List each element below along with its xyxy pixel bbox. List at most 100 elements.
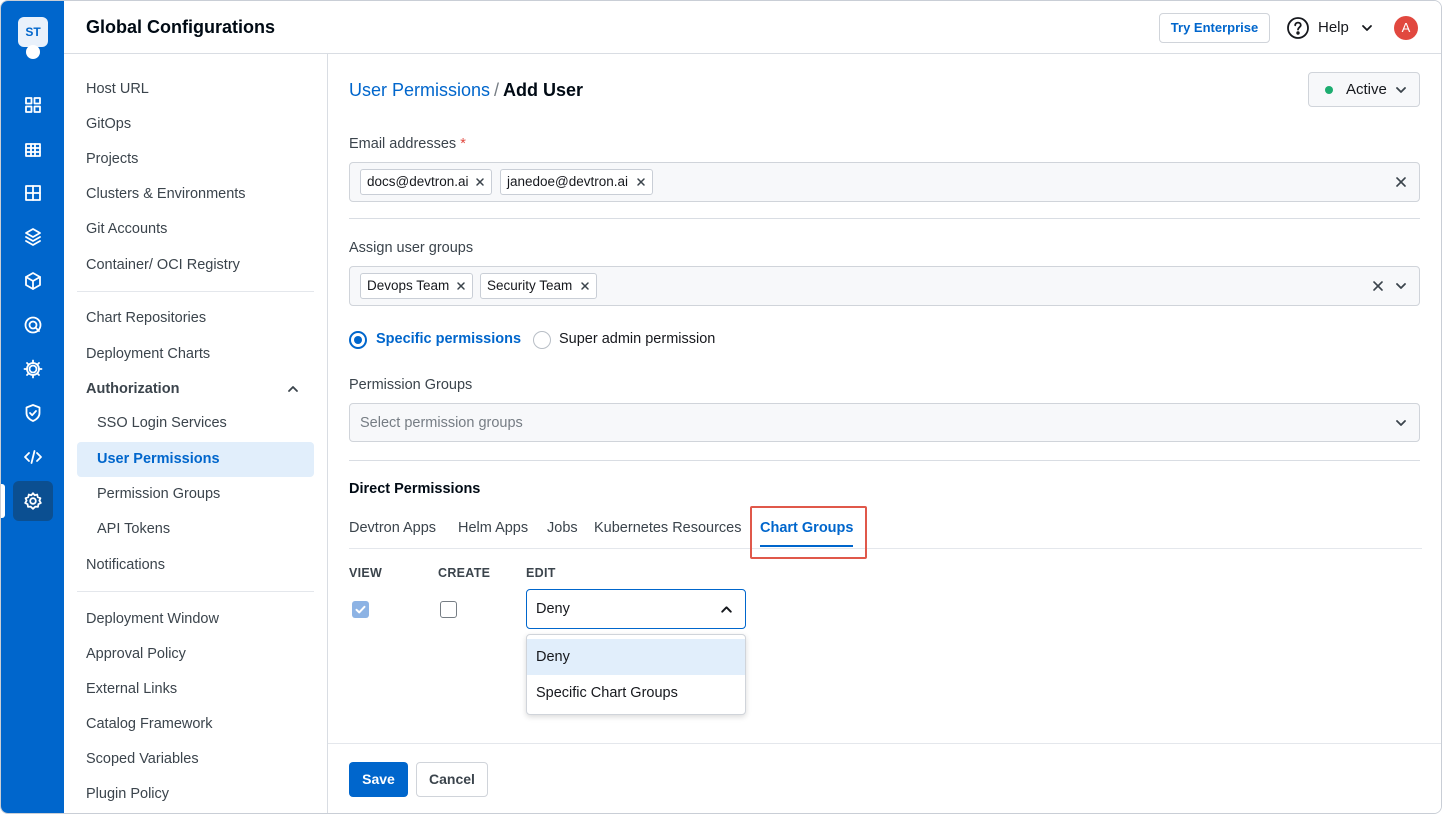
nav-item-host-url[interactable]: Host URL bbox=[86, 81, 149, 97]
page-title: Global Configurations bbox=[86, 17, 275, 37]
tab-kubernetes-resources[interactable]: Kubernetes Resources bbox=[594, 520, 742, 536]
chevron-up-icon bbox=[721, 606, 732, 613]
security-icon[interactable] bbox=[13, 305, 53, 345]
chevron-up-icon[interactable] bbox=[286, 382, 300, 396]
view-checkbox[interactable] bbox=[352, 601, 369, 618]
nav-item-gitops[interactable]: GitOps bbox=[86, 116, 131, 132]
divider bbox=[349, 460, 1420, 461]
remove-chip-icon[interactable] bbox=[636, 177, 646, 187]
logo-badge-icon bbox=[26, 45, 40, 59]
clear-icon[interactable] bbox=[1372, 280, 1384, 292]
top-header: Global Configurations Try Enterprise Hel… bbox=[64, 1, 1441, 54]
nav-item-permission-groups[interactable]: Permission Groups bbox=[77, 477, 314, 512]
nav-item-chart-repositories[interactable]: Chart Repositories bbox=[86, 310, 206, 326]
nav-item-approval-policy[interactable]: Approval Policy bbox=[86, 646, 186, 662]
super-admin-label[interactable]: Super admin permission bbox=[559, 331, 715, 347]
nav-item-api-tokens[interactable]: API Tokens bbox=[77, 512, 314, 547]
applications-icon[interactable] bbox=[13, 129, 53, 169]
permission-groups-placeholder: Select permission groups bbox=[360, 415, 523, 431]
nav-divider bbox=[77, 291, 314, 292]
chevron-down-icon[interactable] bbox=[1394, 279, 1408, 293]
email-chip: janedoe@devtron.ai bbox=[500, 169, 653, 195]
try-enterprise-button[interactable]: Try Enterprise bbox=[1159, 13, 1270, 43]
user-groups-select[interactable]: Devops Team Security Team bbox=[349, 266, 1420, 306]
nav-item-clusters-environments[interactable]: Clusters & Environments bbox=[86, 186, 246, 202]
user-group-chip: Devops Team bbox=[360, 273, 473, 299]
overview-icon[interactable] bbox=[13, 85, 53, 125]
specific-permissions-label[interactable]: Specific permissions bbox=[376, 331, 521, 347]
settings-icon[interactable] bbox=[13, 481, 53, 521]
user-groups-label: Assign user groups bbox=[349, 240, 474, 256]
user-group-chip-label: Security Team bbox=[487, 278, 573, 293]
email-field[interactable]: docs@devtron.ai janedoe@devtron.ai bbox=[349, 162, 1420, 202]
breadcrumb: User Permissions / Add User bbox=[349, 80, 583, 101]
breadcrumb-user-permissions-link[interactable]: User Permissions bbox=[349, 80, 490, 100]
specific-permissions-radio[interactable] bbox=[349, 331, 367, 349]
required-mark: * bbox=[460, 136, 466, 152]
tab-devtron-apps[interactable]: Devtron Apps bbox=[349, 520, 436, 536]
checkmark-icon bbox=[355, 605, 366, 614]
save-button[interactable]: Save bbox=[349, 762, 408, 797]
email-chip-label: janedoe@devtron.ai bbox=[507, 174, 629, 189]
breadcrumb-separator: / bbox=[494, 80, 500, 100]
menu-option-specific-chart-groups[interactable]: Specific Chart Groups bbox=[527, 675, 745, 711]
bulk-edit-icon[interactable] bbox=[13, 349, 53, 389]
annotation-highlight-box bbox=[750, 506, 867, 559]
status-dot-icon bbox=[1325, 86, 1333, 94]
edit-permission-menu: Deny Specific Chart Groups bbox=[526, 634, 746, 715]
nav-item-notifications[interactable]: Notifications bbox=[86, 557, 165, 573]
help-menu[interactable]: Help bbox=[1318, 19, 1349, 36]
status-dropdown[interactable]: Active bbox=[1308, 72, 1420, 107]
user-group-chip: Security Team bbox=[480, 273, 597, 299]
permission-groups-select[interactable]: Select permission groups bbox=[349, 403, 1420, 442]
settings-nav: Host URL GitOps Projects Clusters & Envi… bbox=[64, 54, 328, 813]
nav-item-plugin-policy[interactable]: Plugin Policy bbox=[86, 786, 169, 802]
app-logo[interactable]: ST bbox=[18, 17, 48, 47]
help-icon[interactable] bbox=[1286, 16, 1310, 40]
jobs-icon[interactable] bbox=[13, 173, 53, 213]
nav-item-scoped-variables[interactable]: Scoped Variables bbox=[86, 751, 199, 767]
super-admin-radio[interactable] bbox=[533, 331, 551, 349]
avatar[interactable]: A bbox=[1394, 16, 1418, 40]
remove-chip-icon[interactable] bbox=[475, 177, 485, 187]
edit-column-header: EDIT bbox=[526, 566, 556, 580]
clear-icon[interactable] bbox=[1395, 176, 1407, 188]
code-icon[interactable] bbox=[13, 437, 53, 477]
permission-groups-label: Permission Groups bbox=[349, 377, 473, 393]
nav-item-deployment-charts[interactable]: Deployment Charts bbox=[86, 346, 210, 362]
tab-helm-apps[interactable]: Helm Apps bbox=[458, 520, 528, 536]
chevron-down-icon[interactable] bbox=[1360, 21, 1374, 35]
status-label: Active bbox=[1346, 81, 1387, 98]
nav-item-user-permissions[interactable]: User Permissions bbox=[77, 442, 314, 477]
resource-browser-icon[interactable] bbox=[13, 261, 53, 301]
create-checkbox[interactable] bbox=[440, 601, 457, 618]
shield-icon[interactable] bbox=[13, 393, 53, 433]
nav-item-external-links[interactable]: External Links bbox=[86, 681, 177, 697]
user-group-chip-label: Devops Team bbox=[367, 278, 450, 293]
cancel-button[interactable]: Cancel bbox=[416, 762, 488, 797]
menu-option-deny[interactable]: Deny bbox=[527, 639, 745, 675]
view-column-header: VIEW bbox=[349, 566, 383, 580]
active-rail-indicator bbox=[1, 484, 5, 518]
email-label: Email addresses * bbox=[349, 136, 466, 152]
nav-item-deployment-window[interactable]: Deployment Window bbox=[86, 611, 219, 627]
tab-jobs[interactable]: Jobs bbox=[547, 520, 578, 536]
email-chip: docs@devtron.ai bbox=[360, 169, 492, 195]
remove-chip-icon[interactable] bbox=[580, 281, 590, 291]
nav-item-projects[interactable]: Projects bbox=[86, 151, 138, 167]
nav-item-sso-login-services[interactable]: SSO Login Services bbox=[77, 406, 314, 441]
direct-permissions-title: Direct Permissions bbox=[349, 481, 481, 497]
nav-item-git-accounts[interactable]: Git Accounts bbox=[86, 221, 167, 237]
email-label-text: Email addresses bbox=[349, 136, 457, 152]
nav-item-container-registry[interactable]: Container/ OCI Registry bbox=[86, 257, 240, 273]
nav-item-catalog-framework[interactable]: Catalog Framework bbox=[86, 716, 213, 732]
edit-permission-select[interactable]: Deny bbox=[526, 589, 746, 629]
chevron-down-icon bbox=[1396, 420, 1406, 426]
nav-group-authorization[interactable]: Authorization bbox=[86, 381, 179, 397]
chart-store-icon[interactable] bbox=[13, 217, 53, 257]
email-chip-label: docs@devtron.ai bbox=[367, 174, 469, 189]
main-content: User Permissions / Add User Active Email a… bbox=[328, 54, 1441, 813]
tabs-divider bbox=[349, 548, 1422, 549]
remove-chip-icon[interactable] bbox=[456, 281, 466, 291]
icon-rail: ST bbox=[1, 1, 64, 813]
